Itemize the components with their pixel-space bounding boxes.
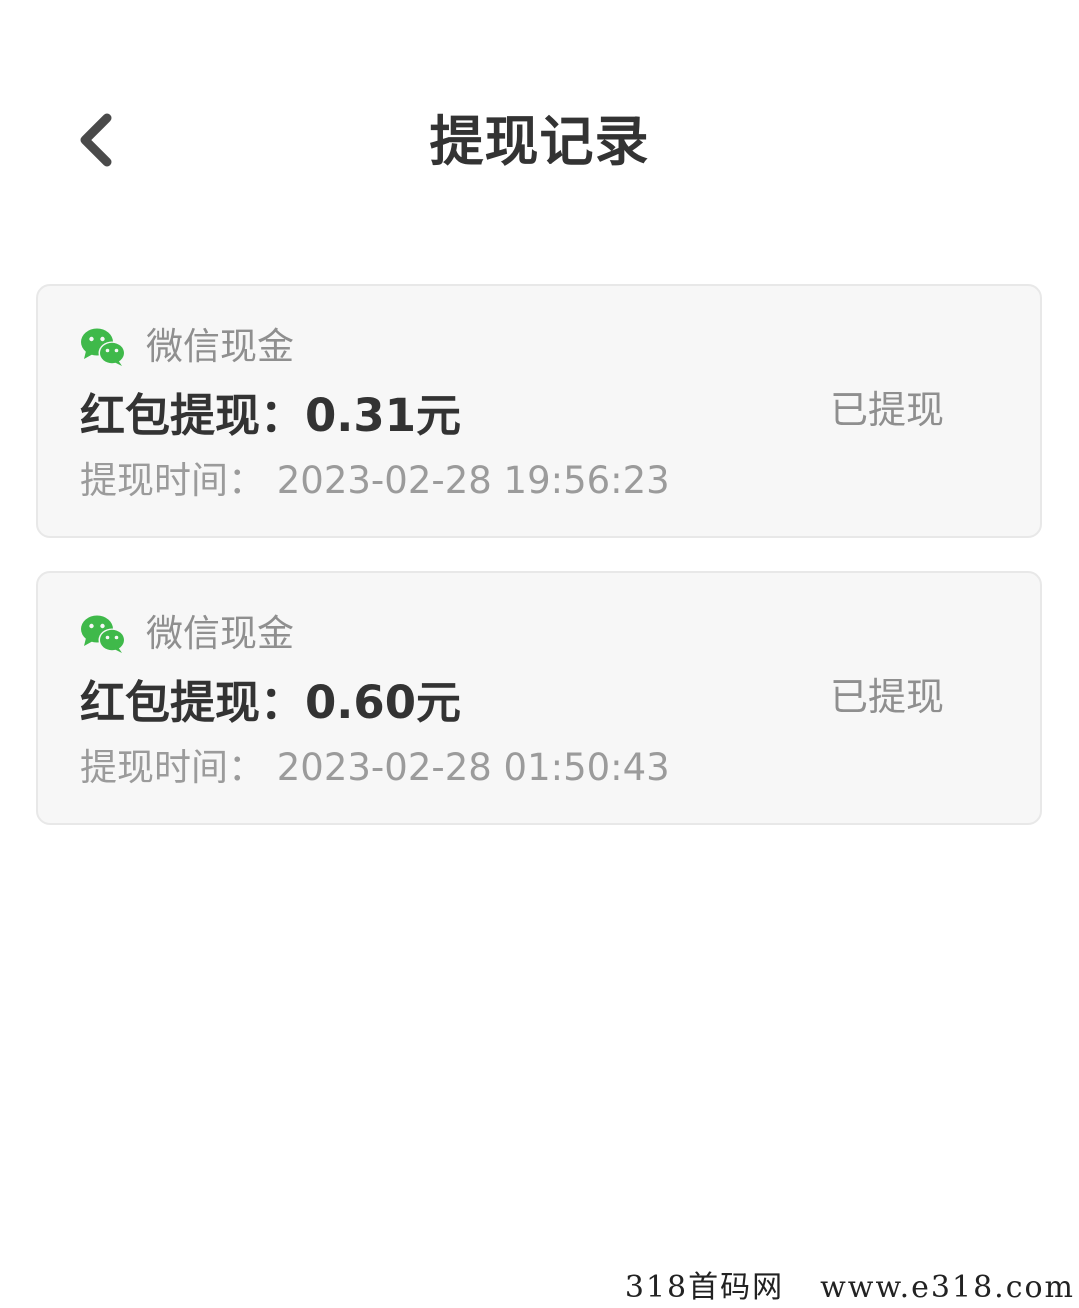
record-amount: 红包提现：0.31元 bbox=[80, 389, 462, 442]
watermark: 318首码网 www.e318.com bbox=[625, 1268, 1075, 1308]
watermark-url: www.e318.com bbox=[820, 1270, 1075, 1305]
withdrawal-record-card[interactable]: 微信现金 红包提现：0.31元 提现时间： 2023-02-28 19:56:2… bbox=[36, 284, 1042, 538]
record-status: 已提现 bbox=[829, 388, 944, 432]
watermark-brand: 318首码网 bbox=[624, 1270, 785, 1305]
record-time: 提现时间： 2023-02-28 01:50:43 bbox=[80, 746, 670, 789]
record-source: 微信现金 bbox=[80, 609, 294, 659]
wechat-icon bbox=[81, 328, 126, 366]
record-time: 提现时间： 2023-02-28 19:56:23 bbox=[80, 459, 670, 502]
record-source-label: 微信现金 bbox=[146, 612, 294, 655]
wechat-icon bbox=[81, 615, 126, 653]
withdrawal-record-card[interactable]: 微信现金 红包提现：0.60元 提现时间： 2023-02-28 01:50:4… bbox=[36, 571, 1042, 825]
record-source: 微信现金 bbox=[80, 322, 294, 372]
record-status: 已提现 bbox=[829, 675, 944, 719]
header: 提现记录 bbox=[0, 95, 1079, 191]
withdrawal-records-page: 提现记录 微信现金 红包提现：0.31元 提现时间： 2023-02-28 19… bbox=[0, 0, 1079, 1308]
record-amount: 红包提现：0.60元 bbox=[80, 676, 462, 729]
page-title: 提现记录 bbox=[429, 110, 650, 173]
record-source-label: 微信现金 bbox=[146, 325, 294, 368]
